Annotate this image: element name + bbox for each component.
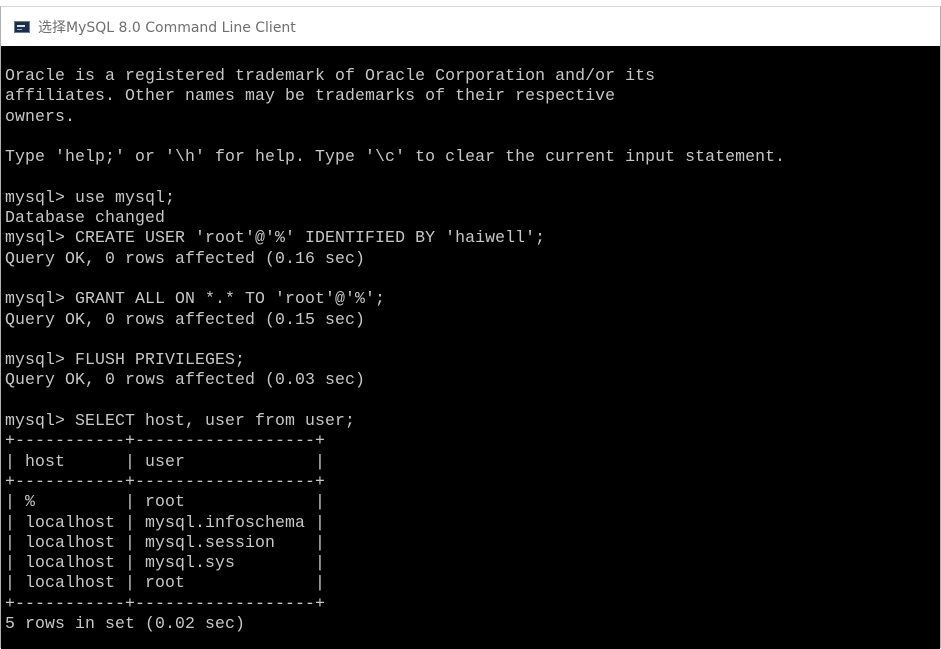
console-window: 选择MySQL 8.0 Command Line Client Oracle i… bbox=[0, 6, 941, 649]
console-line: | localhost | mysql.session | bbox=[5, 532, 326, 552]
console-line: +-----------+------------------+ bbox=[5, 431, 326, 451]
title-bar[interactable]: 选择MySQL 8.0 Command Line Client bbox=[1, 7, 940, 46]
console-line: Query OK, 0 rows affected (0.16 sec) bbox=[5, 248, 366, 268]
console-line: mysql> GRANT ALL ON *.* TO 'root'@'%'; bbox=[5, 289, 386, 309]
console-line: Query OK, 0 rows affected (0.15 sec) bbox=[5, 309, 366, 329]
console-line: mysql> SELECT host, user from user; bbox=[5, 411, 356, 431]
console-line: Query OK, 0 rows affected (0.03 sec) bbox=[5, 370, 366, 390]
console-line: owners. bbox=[5, 106, 76, 126]
console-text: Oracle is a registered trademark of Orac… bbox=[5, 66, 785, 634]
console-output-area[interactable]: Oracle is a registered trademark of Orac… bbox=[1, 46, 940, 649]
window-title: 选择MySQL 8.0 Command Line Client bbox=[38, 19, 296, 36]
console-line: | host | user | bbox=[5, 451, 326, 471]
console-line: | localhost | mysql.sys | bbox=[5, 553, 326, 573]
console-line: | localhost | root | bbox=[5, 573, 326, 593]
console-line: | % | root | bbox=[5, 492, 326, 512]
console-line: Oracle is a registered trademark of Orac… bbox=[5, 66, 656, 85]
console-line: +-----------+------------------+ bbox=[5, 593, 326, 613]
console-line: affiliates. Other names may be trademark… bbox=[5, 86, 616, 106]
console-line: Database changed bbox=[5, 208, 166, 228]
console-line: | localhost | mysql.infoschema | bbox=[5, 512, 326, 532]
console-line: mysql> CREATE USER 'root'@'%' IDENTIFIED… bbox=[5, 228, 546, 248]
console-line: mysql> FLUSH PRIVILEGES; bbox=[5, 350, 246, 370]
console-line: +-----------+------------------+ bbox=[5, 471, 326, 491]
console-line: 5 rows in set (0.02 sec) bbox=[5, 614, 246, 634]
console-line: Type 'help;' or '\h' for help. Type '\c'… bbox=[5, 147, 786, 167]
console-app-icon[interactable] bbox=[14, 20, 30, 33]
console-line: mysql> use mysql; bbox=[5, 187, 176, 207]
